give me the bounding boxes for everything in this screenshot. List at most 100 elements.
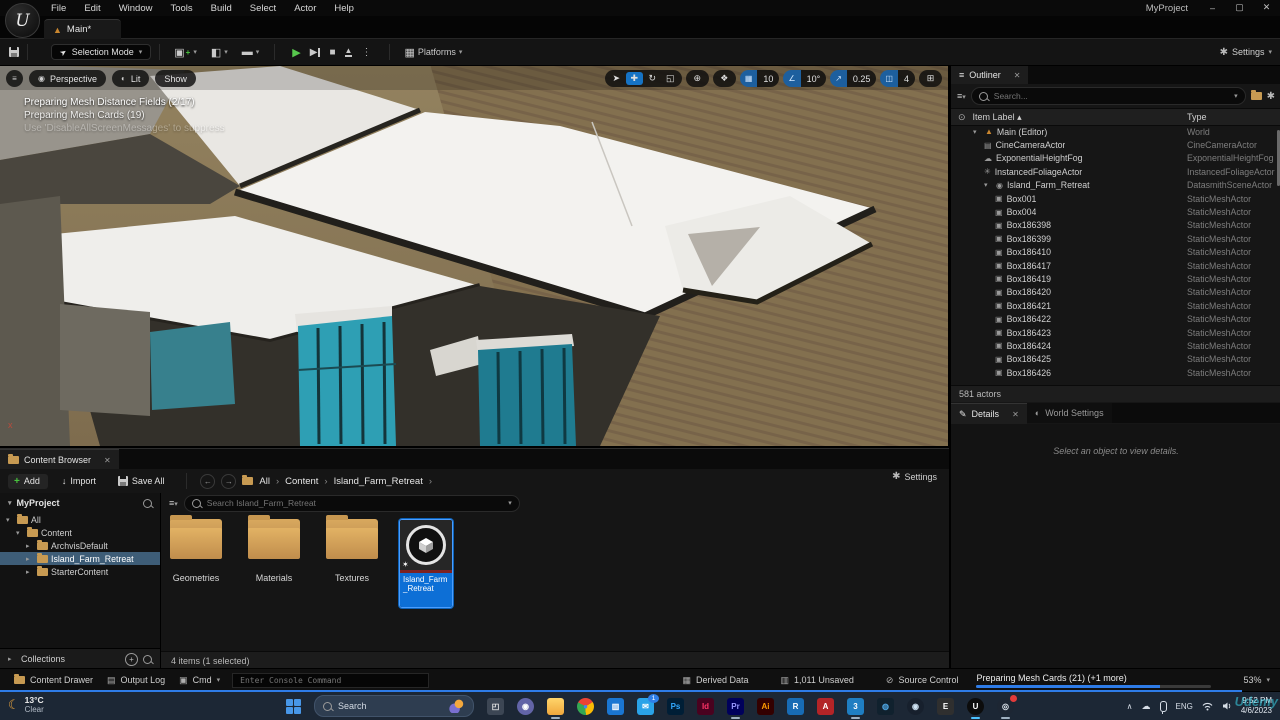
- chrome[interactable]: ●: [577, 698, 594, 715]
- expand-arrow-icon[interactable]: ▸: [26, 542, 34, 550]
- tree-folder-row[interactable]: ▾All: [0, 513, 160, 526]
- surface-snap-icon[interactable]: ❖: [716, 72, 733, 85]
- eject-button[interactable]: ▲: [345, 47, 353, 57]
- outliner-row[interactable]: ▾◉Island_Farm_Retreat DatasmithSceneActo…: [951, 179, 1280, 192]
- source-control-button[interactable]: ⊘Source Control: [886, 675, 959, 686]
- outliner-search-box[interactable]: ▾: [971, 87, 1246, 105]
- platforms-dropdown[interactable]: ▦ Platforms ▾: [404, 46, 462, 59]
- asset-search-input[interactable]: [205, 497, 504, 509]
- tab-world-settings[interactable]: ◐ World Settings: [1027, 403, 1112, 423]
- camera-speed-control[interactable]: ◫ 4: [880, 70, 915, 87]
- ms-store[interactable]: ▥: [607, 698, 624, 715]
- outliner-row[interactable]: ▾▤CineCameraActor CineCameraActor: [951, 138, 1280, 151]
- outliner-row[interactable]: ▾▣Box186417 StaticMeshActor: [951, 259, 1280, 272]
- import-button[interactable]: ↓Import: [54, 474, 104, 488]
- grid-snap-icon[interactable]: ▦: [740, 70, 758, 87]
- rotation-snap-control[interactable]: ∠ 10°: [783, 70, 826, 87]
- grid-snap-value[interactable]: 10: [757, 70, 779, 87]
- menu-item[interactable]: Select: [241, 1, 285, 16]
- save-icon[interactable]: [9, 47, 19, 57]
- tab-outliner[interactable]: ≡ Outliner ✕: [951, 64, 1028, 85]
- add-collection-icon[interactable]: +: [125, 653, 138, 666]
- select-tool-icon[interactable]: ➤: [608, 72, 625, 85]
- tree-folder-row[interactable]: ▾Content: [0, 526, 160, 539]
- search-icon[interactable]: [143, 499, 152, 508]
- photoshop[interactable]: Ps: [667, 698, 684, 715]
- blueprints-dropdown[interactable]: ◧▾: [211, 46, 228, 59]
- angle-snap-icon[interactable]: ∠: [783, 70, 800, 87]
- outliner-row[interactable]: ▾✳InstancedFoliageActor InstancedFoliage…: [951, 165, 1280, 178]
- menu-item[interactable]: Actor: [285, 1, 325, 16]
- filter-icon[interactable]: ≡▾: [169, 498, 178, 508]
- tree-folder-row[interactable]: ▸Island_Farm_Retreat: [0, 552, 160, 565]
- ddc-percent-dropdown[interactable]: 53%▾: [1243, 675, 1270, 685]
- outliner-settings-icon[interactable]: ✱: [1267, 91, 1275, 102]
- type-column-header[interactable]: Type: [1187, 112, 1207, 122]
- create-folder-icon[interactable]: [1251, 92, 1262, 100]
- chevron-down-icon[interactable]: ▾: [508, 499, 512, 507]
- bluebeam[interactable]: ◍: [877, 698, 894, 715]
- content-browser-settings[interactable]: ✱ Settings: [892, 471, 937, 482]
- forward-icon[interactable]: →: [221, 474, 236, 489]
- move-tool-icon[interactable]: ✚: [626, 72, 643, 85]
- maximize-viewport-icon[interactable]: ⊞: [922, 72, 939, 85]
- scale-snap-control[interactable]: ↗ 0.25: [830, 70, 876, 87]
- expand-arrow-icon[interactable]: ▾: [6, 516, 14, 524]
- add-button[interactable]: +Add: [8, 474, 48, 489]
- microphone-icon[interactable]: [1160, 701, 1167, 712]
- filter-icon[interactable]: ≡▾: [957, 91, 966, 101]
- illustrator[interactable]: Ai: [757, 698, 774, 715]
- scale-tool-icon[interactable]: ◱: [662, 72, 679, 85]
- menu-item[interactable]: Tools: [161, 1, 201, 16]
- revit[interactable]: R: [787, 698, 804, 715]
- camera-icon[interactable]: ◫: [880, 70, 898, 87]
- folder-item[interactable]: Geometries: [165, 519, 227, 608]
- tray-expand-icon[interactable]: ∧: [1127, 702, 1133, 711]
- breadcrumb-item[interactable]: All: [259, 476, 270, 487]
- taskbar-search-box[interactable]: Search: [314, 695, 474, 717]
- add-actor-dropdown[interactable]: ▣+▾: [174, 46, 197, 59]
- obs-studio[interactable]: ◎: [997, 698, 1014, 715]
- 3ds-max[interactable]: 3: [847, 698, 864, 715]
- chevron-down-icon[interactable]: ▾: [1234, 92, 1238, 100]
- expand-arrow-icon[interactable]: ▸: [26, 555, 34, 563]
- expand-arrow-icon[interactable]: ▾: [984, 181, 992, 189]
- epic-games[interactable]: E: [937, 698, 954, 715]
- outliner-row[interactable]: ▾▣Box186420 StaticMeshActor: [951, 286, 1280, 299]
- unreal-engine-logo[interactable]: U: [5, 3, 40, 38]
- scale-snap-icon[interactable]: ↗: [830, 70, 847, 87]
- autocad[interactable]: A: [817, 698, 834, 715]
- lit-mode-dropdown[interactable]: ◐Lit: [112, 70, 149, 87]
- world-space-toggle-icon[interactable]: ⊕: [689, 72, 706, 85]
- outliner-row[interactable]: ▾▣Box186410 StaticMeshActor: [951, 246, 1280, 259]
- menu-item[interactable]: Edit: [75, 1, 109, 16]
- tree-folder-row[interactable]: ▸ArchvisDefault: [0, 539, 160, 552]
- path-folder-icon[interactable]: [242, 477, 253, 485]
- perspective-dropdown[interactable]: ◉Perspective: [29, 70, 106, 87]
- viewport[interactable]: ≡ ◉Perspective ◐Lit Show ➤ ✚ ↻ ◱ ⊕ ❖ ▦ 1…: [0, 64, 948, 446]
- close-icon[interactable]: ✕: [104, 456, 111, 465]
- save-all-button[interactable]: Save All: [110, 474, 173, 488]
- outliner-row[interactable]: ▾☁ExponentialHeightFog ExponentialHeight…: [951, 152, 1280, 165]
- tree-folder-row[interactable]: ▸StarterContent: [0, 565, 160, 578]
- console-command-input[interactable]: [238, 675, 423, 686]
- skip-button[interactable]: ▶: [310, 47, 321, 58]
- visibility-eye-icon[interactable]: ⊙: [958, 112, 966, 123]
- cinematics-dropdown[interactable]: ▬▾: [242, 46, 260, 58]
- tab-main-level[interactable]: ▲ Main*: [44, 19, 121, 39]
- minimize-button[interactable]: –: [1199, 0, 1226, 15]
- menu-item[interactable]: Build: [202, 1, 241, 16]
- task-view[interactable]: ◰: [487, 698, 504, 715]
- folder-item[interactable]: Materials: [243, 519, 305, 608]
- angle-snap-value[interactable]: 10°: [801, 70, 827, 87]
- meet-now[interactable]: ◉: [517, 698, 534, 715]
- asset-search-box[interactable]: ▾: [184, 495, 520, 512]
- menu-item[interactable]: Help: [325, 1, 363, 16]
- outliner-row[interactable]: ▾▣Box186423 StaticMeshActor: [951, 326, 1280, 339]
- wifi-icon[interactable]: [1202, 702, 1213, 711]
- back-icon[interactable]: ←: [200, 474, 215, 489]
- expand-arrow-icon[interactable]: ▸: [8, 655, 16, 663]
- output-log-button[interactable]: ▤Output Log: [107, 675, 165, 686]
- expand-arrow-icon[interactable]: ▸: [26, 568, 34, 576]
- start-button[interactable]: [286, 699, 301, 714]
